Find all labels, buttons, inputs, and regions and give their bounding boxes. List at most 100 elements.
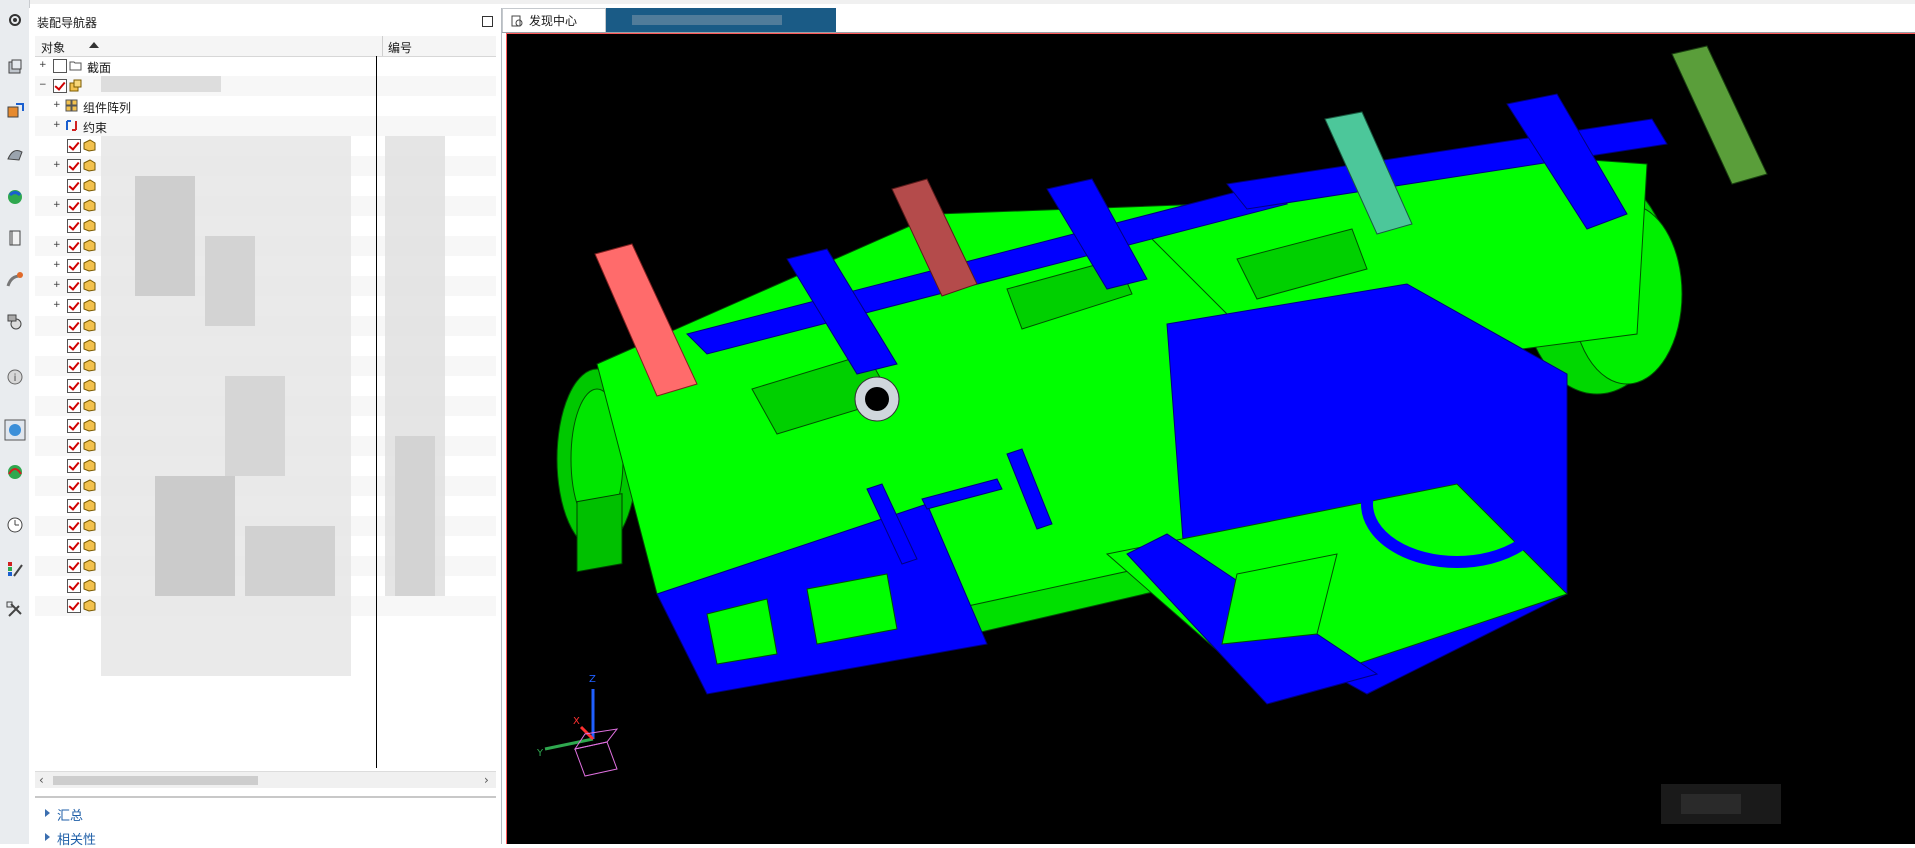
panel-title: 装配导航器 — [37, 16, 98, 30]
visibility-checkbox[interactable] — [67, 339, 81, 353]
visibility-checkbox[interactable] — [67, 179, 81, 193]
section-dependencies[interactable]: 相关性 — [35, 827, 496, 848]
tools-icon[interactable] — [3, 598, 27, 622]
visibility-checkbox[interactable] — [67, 199, 81, 213]
scroll-right-icon[interactable]: › — [484, 773, 489, 787]
part-icon — [83, 599, 96, 612]
visibility-checkbox[interactable] — [67, 419, 81, 433]
palette-icon[interactable] — [3, 557, 27, 581]
column-divider[interactable] — [382, 36, 383, 56]
expand-icon[interactable]: + — [39, 61, 47, 70]
visibility-checkbox[interactable] — [67, 519, 81, 533]
tree-row-section[interactable]: + 截面 — [35, 56, 496, 76]
expand-icon[interactable]: + — [53, 261, 61, 270]
redacted-region — [225, 376, 285, 476]
redacted-region — [101, 76, 221, 92]
x-axis-label: X — [573, 716, 580, 727]
constraint-navigator-icon[interactable] — [3, 99, 27, 123]
top-toolbar-strip — [0, 0, 1915, 4]
folder-icon — [69, 59, 82, 72]
scroll-left-icon[interactable]: ‹ — [39, 773, 44, 787]
part-icon — [83, 159, 96, 172]
part-icon — [83, 259, 96, 272]
web-browser-icon[interactable] — [3, 268, 27, 292]
triad-cube-top — [573, 728, 619, 750]
hd3d-icon[interactable] — [3, 226, 27, 250]
column-header-number[interactable]: 编号 — [388, 39, 412, 56]
part-icon — [83, 319, 96, 332]
visibility-checkbox[interactable] — [67, 559, 81, 573]
expand-icon[interactable]: + — [53, 281, 61, 290]
visibility-checkbox[interactable] — [67, 219, 81, 233]
timeline-icon[interactable] — [3, 513, 27, 537]
visibility-checkbox[interactable] — [67, 379, 81, 393]
collapse-icon[interactable]: − — [39, 81, 47, 90]
visibility-checkbox[interactable] — [67, 439, 81, 453]
part-icon — [83, 579, 96, 592]
expand-icon[interactable]: + — [53, 101, 61, 110]
scroll-thumb[interactable] — [53, 776, 258, 785]
part-icon — [83, 539, 96, 552]
tab-model-document[interactable] — [606, 8, 836, 32]
graphics-window[interactable]: Y Z X — [506, 33, 1915, 844]
column-header-object[interactable]: 对象 — [41, 39, 65, 56]
history-icon[interactable] — [3, 309, 27, 333]
tree-row-component-array[interactable]: + 组件阵列 — [35, 96, 496, 116]
part-icon — [83, 279, 96, 292]
resource-bar: i — [0, 0, 30, 844]
expand-icon[interactable]: + — [53, 161, 61, 170]
visibility-checkbox[interactable] — [67, 159, 81, 173]
discovery-center-icon — [509, 13, 525, 29]
visibility-checkbox[interactable] — [67, 319, 81, 333]
visibility-checkbox[interactable] — [67, 299, 81, 313]
roles-icon[interactable] — [3, 460, 27, 484]
z-axis-label: Z — [589, 674, 596, 685]
visibility-checkbox[interactable] — [67, 599, 81, 613]
tab-discovery-center[interactable]: 发现中心 — [502, 8, 606, 32]
settings-icon[interactable] — [3, 8, 27, 32]
process-studio-icon[interactable] — [3, 418, 27, 442]
redacted-region — [245, 526, 335, 596]
part-icon — [83, 339, 96, 352]
expand-icon[interactable]: + — [53, 201, 61, 210]
redacted-region — [205, 236, 255, 326]
visibility-checkbox[interactable] — [67, 399, 81, 413]
part-icon — [83, 559, 96, 572]
redacted-region — [395, 436, 435, 596]
tree-row-constraints[interactable]: + 约束 — [35, 116, 496, 136]
visibility-checkbox[interactable] — [67, 279, 81, 293]
visibility-checkbox[interactable] — [67, 139, 81, 153]
visibility-checkbox[interactable] — [53, 59, 67, 73]
visibility-checkbox[interactable] — [67, 459, 81, 473]
visibility-checkbox[interactable] — [53, 79, 67, 93]
expand-arrow-icon — [45, 809, 50, 817]
part-icon — [83, 239, 96, 252]
part-navigator-icon[interactable] — [3, 142, 27, 166]
part-icon — [83, 299, 96, 312]
part-icon — [83, 439, 96, 452]
visibility-checkbox[interactable] — [67, 499, 81, 513]
assembly-navigator-panel: 装配导航器 对象 编号 + 截面 − + 组件阵列 + 约束 + + + + +… — [29, 8, 502, 848]
section-label: 相关性 — [57, 833, 97, 848]
reuse-library-icon[interactable] — [3, 185, 27, 209]
y-axis-arrow — [544, 737, 594, 751]
expand-icon[interactable]: + — [53, 121, 61, 130]
visibility-checkbox[interactable] — [67, 579, 81, 593]
assembly-navigator-icon[interactable] — [3, 56, 27, 80]
expand-icon[interactable]: + — [53, 241, 61, 250]
maximize-icon[interactable] — [482, 16, 493, 27]
visibility-checkbox[interactable] — [67, 359, 81, 373]
visibility-checkbox[interactable] — [67, 239, 81, 253]
visibility-checkbox[interactable] — [67, 259, 81, 273]
expand-icon[interactable]: + — [53, 301, 61, 310]
visibility-checkbox[interactable] — [67, 479, 81, 493]
visibility-checkbox[interactable] — [67, 539, 81, 553]
section-summary[interactable]: 汇总 — [35, 803, 496, 824]
part-icon — [83, 419, 96, 432]
system-materials-icon[interactable]: i — [3, 365, 27, 389]
panel-divider[interactable] — [35, 796, 496, 798]
part-icon — [83, 219, 96, 232]
part-icon — [83, 519, 96, 532]
horizontal-scrollbar[interactable]: ‹ › — [35, 771, 496, 788]
part-icon — [83, 479, 96, 492]
